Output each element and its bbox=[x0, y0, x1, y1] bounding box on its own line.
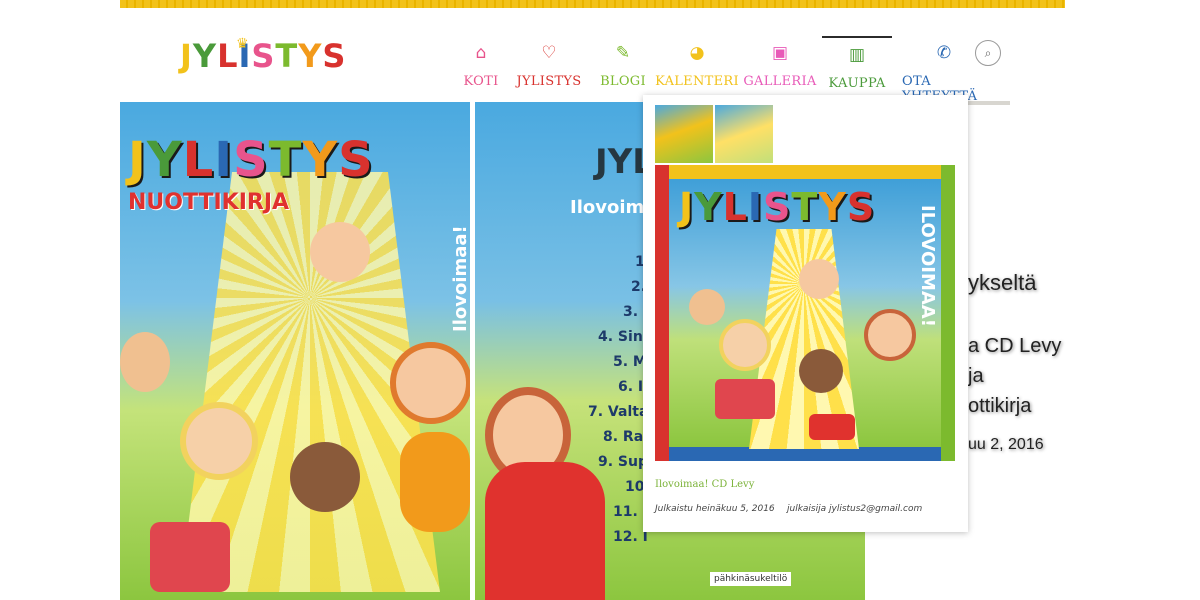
nav-item-koti[interactable]: ⌂ KOTI bbox=[458, 36, 504, 96]
kid-illustration bbox=[120, 332, 170, 392]
side-text-line: a CD Levy bbox=[968, 335, 1062, 357]
cover-vertical-text: ILOVOIMAA! bbox=[917, 205, 938, 327]
gift-icon: ▥ bbox=[848, 45, 866, 65]
side-date: uu 2, 2016 bbox=[968, 436, 1044, 453]
top-accent-stripe bbox=[120, 0, 1065, 8]
cover-title-letter: I bbox=[747, 185, 764, 229]
kid-illustration bbox=[180, 402, 258, 480]
hero-title-letter: Y bbox=[302, 132, 339, 188]
logo-letter: Y bbox=[192, 37, 218, 75]
logo-letter: Y bbox=[298, 37, 323, 75]
calendar-icon: ◕ bbox=[689, 43, 705, 63]
nav-label: BLOGI bbox=[600, 74, 646, 89]
kid-body-graphic bbox=[485, 462, 605, 600]
side-text-line: ottikirja bbox=[968, 395, 1032, 417]
accordion-graphic bbox=[150, 522, 230, 592]
hero-title-letter: L bbox=[182, 132, 215, 188]
pencil-icon: ✎ bbox=[615, 43, 631, 63]
logo-letter: S bbox=[251, 37, 276, 75]
site-logo[interactable]: ♛ JYLISTYS bbox=[180, 36, 347, 75]
nav-item-ota-yhteytta[interactable]: ✆ OTA YHTEYTTÄ bbox=[902, 36, 986, 104]
crown-icon: ♛ bbox=[236, 36, 250, 52]
nav-item-jylistys[interactable]: ♡ JYLISTYS bbox=[508, 36, 590, 96]
post-title-link[interactable]: Ilovoimaa! CD Levy bbox=[655, 479, 754, 490]
hero-subtitle: NUOTTIKIRJA bbox=[128, 190, 290, 215]
nav-item-blogi[interactable]: ✎ BLOGI bbox=[594, 36, 652, 96]
cover-title-letter: S bbox=[846, 185, 876, 229]
nav-label: GALLERIA bbox=[743, 74, 817, 89]
divider bbox=[968, 101, 1010, 105]
hero-image-songbook: JYLISTYS NUOTTIKIRJA Ilovoimaa! bbox=[120, 102, 470, 600]
main-navigation: ⌂ KOTI ♡ JYLISTYS ✎ BLOGI ◕ KALENTERI ▣ … bbox=[458, 36, 986, 104]
cover-title: JYLISTYS bbox=[679, 185, 875, 229]
cover-title-letter: S bbox=[763, 185, 792, 229]
product-thumbnail[interactable] bbox=[715, 105, 773, 163]
hero-title-letter: J bbox=[128, 132, 147, 188]
hero-title-letter: S bbox=[233, 132, 269, 188]
hero-title-letter: Y bbox=[146, 132, 183, 188]
nav-item-galleria[interactable]: ▣ GALLERIA bbox=[742, 36, 818, 96]
nav-label: KOTI bbox=[463, 74, 499, 89]
side-heading: ykseltä bbox=[968, 270, 1037, 295]
nav-item-kauppa[interactable]: ▥ KAUPPA bbox=[822, 36, 892, 98]
kid-illustration bbox=[719, 319, 771, 371]
kid-illustration bbox=[310, 222, 370, 282]
cover-frame bbox=[655, 165, 669, 461]
kid-illustration bbox=[689, 289, 725, 325]
shop-dropdown-panel: JYLISTYS ILOVOIMAA! Ilovoimaa! CD Levy J… bbox=[643, 95, 968, 532]
nav-label: KALENTERI bbox=[655, 74, 739, 89]
cover-title-letter: Y bbox=[818, 185, 847, 229]
cover-frame bbox=[941, 165, 955, 461]
side-text-line: ja bbox=[968, 365, 984, 387]
hero-title: JYLISTYS bbox=[128, 132, 374, 188]
post-author[interactable]: julkaisija jylistus2@gmail.com bbox=[787, 504, 922, 514]
nav-label: KAUPPA bbox=[828, 76, 886, 91]
kid-illustration bbox=[799, 349, 843, 393]
nav-item-kalenteri[interactable]: ◕ KALENTERI bbox=[655, 36, 739, 96]
logo-letter: T bbox=[275, 37, 299, 75]
hero-vertical-text: Ilovoimaa! bbox=[450, 225, 470, 332]
post-date: Julkaistu heinäkuu 5, 2016 bbox=[655, 504, 775, 514]
accordion-graphic bbox=[715, 379, 775, 419]
cover-frame bbox=[655, 447, 955, 461]
guitar-graphic bbox=[400, 432, 470, 532]
cover-title-letter: Y bbox=[694, 185, 723, 229]
nav-label: JYLISTYS bbox=[516, 74, 582, 89]
image-icon: ▣ bbox=[771, 43, 789, 63]
hero-title-letter: I bbox=[214, 132, 234, 188]
kid-illustration bbox=[290, 442, 360, 512]
product-thumbnail[interactable] bbox=[655, 105, 713, 163]
cover-frame bbox=[655, 165, 955, 179]
logo-letter: J bbox=[180, 37, 193, 75]
heart-icon: ♡ bbox=[541, 43, 557, 63]
search-icon[interactable]: ⌕ bbox=[975, 40, 1001, 66]
phone-icon: ✆ bbox=[936, 43, 952, 63]
cover-title-letter: L bbox=[722, 185, 748, 229]
hero-title-letter: S bbox=[338, 132, 374, 188]
product-cover-image[interactable]: JYLISTYS ILOVOIMAA! bbox=[655, 165, 955, 461]
kid-illustration bbox=[799, 259, 839, 299]
publisher-tag: pähkinäsukeltilö bbox=[710, 572, 792, 586]
logo-letter: S bbox=[322, 37, 347, 75]
kid-illustration bbox=[864, 309, 916, 361]
kid-illustration bbox=[390, 342, 470, 424]
drum-graphic bbox=[809, 414, 855, 440]
cover-title-letter: J bbox=[679, 185, 695, 229]
home-icon: ⌂ bbox=[475, 43, 487, 63]
cover-title-letter: T bbox=[791, 185, 819, 229]
hero-title-letter: T bbox=[268, 132, 303, 188]
